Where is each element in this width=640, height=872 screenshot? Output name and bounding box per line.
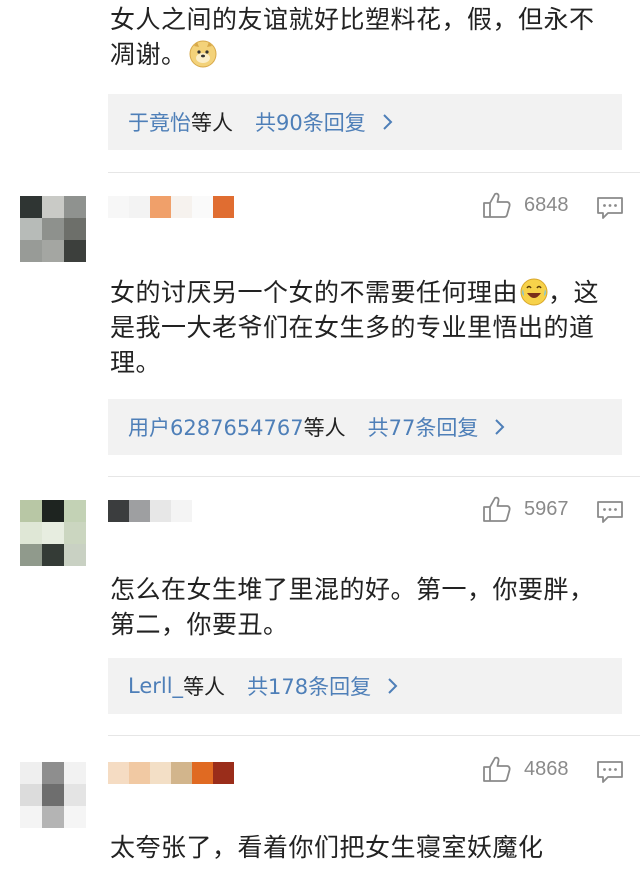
divider	[108, 735, 640, 736]
divider	[108, 476, 640, 477]
comment-text: 女的讨厌另一个女的不需要任何理由 ，这 是我一大老爷们在女生多的专业里悟出的道 …	[110, 278, 600, 377]
reply-names[interactable]: 于竟怡	[128, 107, 191, 137]
reply-names[interactable]: 用户6287654767	[128, 412, 304, 442]
divider	[108, 172, 640, 173]
reply-summary[interactable]: 用户6287654767 等人 共77条回复	[108, 399, 622, 455]
reply-summary[interactable]: 于竟怡 等人 共90条回复	[108, 94, 622, 150]
comment-icon[interactable]	[596, 500, 624, 524]
like-button[interactable]: 5967	[482, 495, 569, 523]
like-count: 6848	[524, 193, 569, 216]
username-mosaic[interactable]	[108, 196, 234, 218]
like-count: 5967	[524, 497, 569, 520]
thumbs-up-icon[interactable]	[482, 191, 512, 219]
username-mosaic[interactable]	[108, 762, 234, 784]
reply-summary[interactable]: Lerll_ 等人 共178条回复	[108, 658, 622, 714]
reply-count[interactable]: 共90条回复	[255, 107, 366, 137]
comment-text: 怎么在女生堆了里混的好。第一，你要胖， 第二，你要丑。	[110, 575, 595, 639]
chevron-right-icon[interactable]	[387, 677, 399, 695]
avatar[interactable]	[20, 500, 86, 566]
comment-text: 太夸张了，看着你们把女生寝室妖魔化	[110, 833, 544, 862]
comment-icon[interactable]	[596, 196, 624, 220]
like-button[interactable]: 4868	[482, 755, 569, 783]
comment-text: 女人之间的友谊就好比塑料花，假，但永不 凋谢。	[110, 5, 595, 69]
avatar[interactable]	[20, 762, 86, 828]
reply-names[interactable]: Lerll_	[128, 674, 183, 698]
doge-emoji-icon	[189, 40, 217, 68]
reply-names-suffix: 等人	[191, 111, 233, 135]
laughing-crying-emoji-icon	[520, 278, 548, 306]
reply-names-suffix: 等人	[183, 675, 226, 699]
thumbs-up-icon[interactable]	[482, 495, 512, 523]
reply-names-suffix: 等人	[303, 416, 346, 440]
chevron-right-icon[interactable]	[382, 113, 394, 131]
username-mosaic[interactable]	[108, 500, 192, 522]
like-button[interactable]: 6848	[482, 191, 569, 219]
avatar[interactable]	[20, 196, 86, 262]
chevron-right-icon[interactable]	[494, 418, 506, 436]
reply-count[interactable]: 共77条回复	[368, 412, 479, 442]
like-count: 4868	[524, 757, 569, 780]
thumbs-up-icon[interactable]	[482, 755, 512, 783]
comment-icon[interactable]	[596, 760, 624, 784]
reply-count[interactable]: 共178条回复	[247, 671, 371, 701]
